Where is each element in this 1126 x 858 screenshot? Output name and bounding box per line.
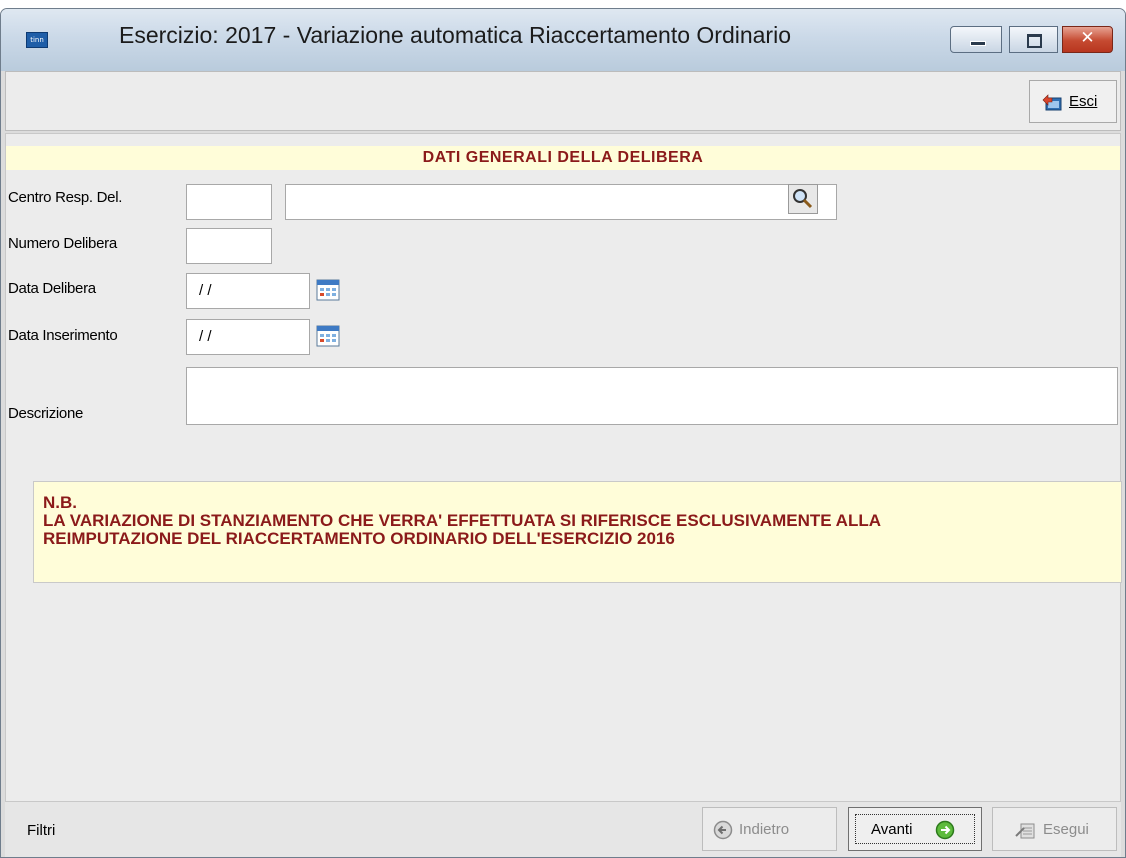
avanti-button[interactable]: Avanti bbox=[848, 807, 982, 851]
avanti-label: Avanti bbox=[871, 821, 913, 838]
descrizione-label: Descrizione bbox=[8, 405, 84, 422]
data-inserimento-label: Data Inserimento bbox=[8, 327, 118, 344]
note-box: N.B. LA VARIAZIONE DI STANZIAMENTO CHE V… bbox=[33, 481, 1122, 583]
esegui-button[interactable]: Esegui bbox=[992, 807, 1117, 851]
filtri-label[interactable]: Filtri bbox=[27, 822, 55, 839]
data-delibera-input[interactable]: / / bbox=[186, 273, 310, 309]
indietro-label: Indietro bbox=[739, 821, 790, 838]
numero-delibera-input[interactable] bbox=[186, 228, 272, 264]
minimize-icon bbox=[970, 41, 986, 46]
calendar-icon[interactable] bbox=[316, 278, 340, 302]
form-panel: DATI GENERALI DELLA DELIBERA Centro Resp… bbox=[5, 133, 1122, 802]
esci-label: Esci bbox=[1069, 93, 1098, 110]
numero-delibera-label: Numero Delibera bbox=[8, 235, 117, 252]
calendar-icon[interactable] bbox=[316, 324, 340, 348]
data-delibera-label: Data Delibera bbox=[8, 280, 96, 297]
note-line-1: LA VARIAZIONE DI STANZIAMENTO CHE VERRA'… bbox=[43, 511, 881, 530]
minimize-button[interactable] bbox=[950, 26, 1002, 53]
close-button[interactable]: ✕ bbox=[1062, 26, 1113, 53]
toolbar: Esci bbox=[5, 71, 1121, 131]
maximize-button[interactable] bbox=[1009, 26, 1058, 53]
main-window: tinn Esercizio: 2017 - Variazione automa… bbox=[0, 8, 1126, 858]
note-line-2: REIMPUTAZIONE DEL RIACCERTAMENTO ORDINAR… bbox=[43, 529, 675, 548]
window-title: Esercizio: 2017 - Variazione automatica … bbox=[119, 22, 791, 48]
centro-resp-label: Centro Resp. Del. bbox=[8, 189, 123, 206]
arrow-right-icon bbox=[935, 820, 955, 840]
data-inserimento-input[interactable]: / / bbox=[186, 319, 310, 355]
app-icon[interactable]: tinn bbox=[26, 32, 48, 48]
note-title: N.B. bbox=[43, 493, 77, 512]
centro-resp-desc-input[interactable] bbox=[285, 184, 837, 220]
status-bar: Filtri Indietro Avanti Esegui bbox=[5, 802, 1121, 857]
close-icon: ✕ bbox=[1080, 28, 1095, 48]
section-header: DATI GENERALI DELLA DELIBERA bbox=[6, 146, 1120, 170]
maximize-icon bbox=[1027, 34, 1042, 48]
exit-icon bbox=[1042, 94, 1062, 111]
descrizione-input[interactable] bbox=[186, 367, 1118, 425]
esci-button[interactable]: Esci bbox=[1029, 80, 1117, 123]
execute-icon bbox=[1015, 823, 1035, 839]
indietro-button[interactable]: Indietro bbox=[702, 807, 837, 851]
arrow-left-icon bbox=[713, 820, 733, 840]
esegui-label: Esegui bbox=[1043, 821, 1089, 838]
search-icon[interactable] bbox=[788, 184, 818, 214]
centro-resp-code-input[interactable] bbox=[186, 184, 272, 220]
title-bar[interactable]: tinn Esercizio: 2017 - Variazione automa… bbox=[1, 9, 1125, 71]
